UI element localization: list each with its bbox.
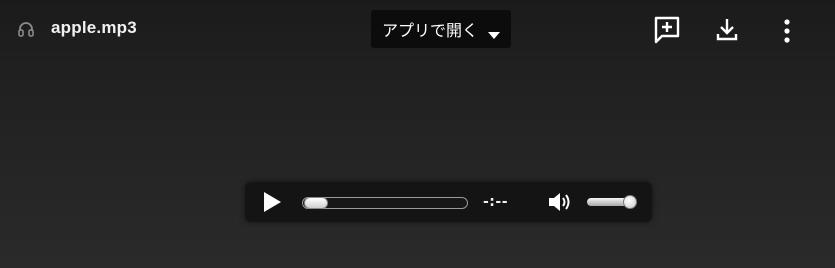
add-comment-icon: [651, 13, 683, 45]
mute-button[interactable]: [547, 191, 575, 213]
time-display: -:--: [483, 194, 509, 210]
seek-slider[interactable]: [302, 197, 468, 209]
more-vert-icon: [771, 13, 803, 45]
open-with-label: アプリで開く: [382, 21, 479, 40]
top-bar: apple.mp3 アプリで開く: [0, 0, 835, 58]
audio-viewer: apple.mp3 アプリで開く -:--: [0, 0, 835, 268]
caret-down-icon: [488, 26, 500, 39]
play-button[interactable]: [261, 191, 283, 213]
volume-thumb[interactable]: [623, 195, 637, 209]
seek-thumb[interactable]: [304, 197, 328, 209]
play-icon: [261, 192, 283, 217]
audio-player: -:--: [245, 182, 652, 222]
add-comment-button[interactable]: [651, 13, 683, 45]
more-options-button[interactable]: [771, 13, 803, 45]
download-icon: [711, 13, 743, 45]
volume-up-icon: [547, 193, 575, 217]
volume-slider[interactable]: [587, 195, 637, 209]
file-name: apple.mp3: [51, 18, 137, 37]
open-with-button[interactable]: アプリで開く: [371, 10, 511, 48]
download-button[interactable]: [711, 13, 743, 45]
headphones-icon: [17, 20, 35, 38]
